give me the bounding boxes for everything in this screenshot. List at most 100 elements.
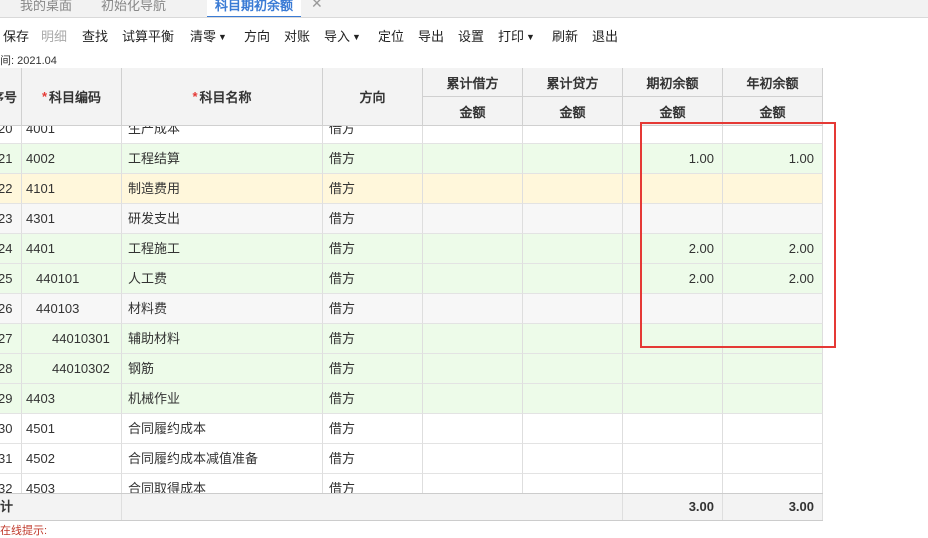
close-icon[interactable]: ✕ xyxy=(311,0,323,12)
trial-balance-button[interactable]: 试算平衡 xyxy=(122,26,174,45)
name-cell[interactable]: 机械作业 xyxy=(122,384,323,414)
settings-button[interactable]: 设置 xyxy=(458,26,484,45)
direction-cell[interactable]: 借方 xyxy=(323,354,423,384)
opening-cell[interactable] xyxy=(623,474,723,493)
year-opening-cell[interactable]: 2.00 xyxy=(723,264,823,294)
name-cell[interactable]: 材料费 xyxy=(122,294,323,324)
opening-cell[interactable] xyxy=(623,324,723,354)
code-cell[interactable]: 440101 xyxy=(22,264,122,294)
cum-credit-cell[interactable] xyxy=(523,384,623,414)
locate-button[interactable]: 定位 xyxy=(378,26,404,45)
cum-credit-cell[interactable] xyxy=(523,294,623,324)
name-cell[interactable]: 合同履约成本 xyxy=(122,414,323,444)
opening-cell[interactable] xyxy=(623,204,723,234)
table-row[interactable]: 244401工程施工借方 2.002.00 xyxy=(0,234,823,264)
table-row[interactable]: 25440101人工费借方 2.002.00 xyxy=(0,264,823,294)
seq-cell[interactable]: 30 xyxy=(0,414,22,444)
name-cell[interactable]: 人工费 xyxy=(122,264,323,294)
cum-debit-cell[interactable] xyxy=(423,126,523,144)
year-opening-cell[interactable] xyxy=(723,294,823,324)
cum-debit-cell[interactable] xyxy=(423,294,523,324)
cum-debit-cell[interactable] xyxy=(423,384,523,414)
cum-credit-cell[interactable] xyxy=(523,264,623,294)
code-cell[interactable]: 4501 xyxy=(22,414,122,444)
table-row[interactable]: 214002工程结算借方 1.001.00 xyxy=(0,144,823,174)
opening-cell[interactable]: 2.00 xyxy=(623,264,723,294)
direction-cell[interactable]: 借方 xyxy=(323,444,423,474)
clear-zero-menu[interactable]: 清零 ▼ xyxy=(190,26,227,45)
seq-cell[interactable]: 31 xyxy=(0,444,22,474)
code-cell[interactable]: 4301 xyxy=(22,204,122,234)
code-cell[interactable]: 4502 xyxy=(22,444,122,474)
tab-my-desktop[interactable]: 我的桌面 xyxy=(20,0,72,16)
direction-cell[interactable]: 借方 xyxy=(323,234,423,264)
name-cell[interactable]: 研发支出 xyxy=(122,204,323,234)
direction-cell[interactable]: 借方 xyxy=(323,174,423,204)
tab-subject-opening-balance[interactable]: 科目期初余额 xyxy=(207,0,302,17)
opening-cell[interactable] xyxy=(623,444,723,474)
direction-cell[interactable]: 借方 xyxy=(323,414,423,444)
name-cell[interactable]: 合同履约成本减值准备 xyxy=(122,444,323,474)
seq-cell[interactable]: 20 xyxy=(0,126,22,144)
seq-cell[interactable]: 28 xyxy=(0,354,22,384)
cum-credit-cell[interactable] xyxy=(523,354,623,384)
cum-debit-cell[interactable] xyxy=(423,444,523,474)
year-opening-cell[interactable] xyxy=(723,204,823,234)
cum-credit-cell[interactable] xyxy=(523,474,623,493)
export-button[interactable]: 导出 xyxy=(418,26,444,45)
seq-cell[interactable]: 23 xyxy=(0,204,22,234)
detail-button[interactable]: 明细 xyxy=(41,26,67,45)
cum-debit-cell[interactable] xyxy=(423,144,523,174)
table-row[interactable]: 324503合同取得成本借方 xyxy=(0,474,823,493)
cum-credit-cell[interactable] xyxy=(523,204,623,234)
cum-credit-cell[interactable] xyxy=(523,414,623,444)
code-cell[interactable]: 44010302 xyxy=(22,354,122,384)
code-cell[interactable]: 4002 xyxy=(22,144,122,174)
cum-credit-cell[interactable] xyxy=(523,444,623,474)
cum-debit-cell[interactable] xyxy=(423,174,523,204)
cum-credit-cell[interactable] xyxy=(523,174,623,204)
year-opening-cell[interactable]: 2.00 xyxy=(723,234,823,264)
tab-init-nav[interactable]: 初始化导航 xyxy=(101,0,166,16)
seq-cell[interactable]: 21 xyxy=(0,144,22,174)
code-cell[interactable]: 44010301 xyxy=(22,324,122,354)
table-row[interactable]: 2744010301辅助材料借方 xyxy=(0,324,823,354)
year-opening-cell[interactable] xyxy=(723,414,823,444)
year-opening-cell[interactable] xyxy=(723,474,823,493)
code-cell[interactable]: 440103 xyxy=(22,294,122,324)
direction-cell[interactable]: 借方 xyxy=(323,126,423,144)
opening-cell[interactable] xyxy=(623,126,723,144)
cum-debit-cell[interactable] xyxy=(423,204,523,234)
cum-debit-cell[interactable] xyxy=(423,234,523,264)
table-row[interactable]: 304501合同履约成本借方 xyxy=(0,414,823,444)
import-menu[interactable]: 导入 ▼ xyxy=(324,26,361,45)
seq-cell[interactable]: 25 xyxy=(0,264,22,294)
cum-credit-cell[interactable] xyxy=(523,144,623,174)
cum-debit-cell[interactable] xyxy=(423,324,523,354)
table-row[interactable]: 204001生产成本借方 xyxy=(0,126,823,144)
seq-cell[interactable]: 29 xyxy=(0,384,22,414)
code-cell[interactable]: 4403 xyxy=(22,384,122,414)
cum-debit-cell[interactable] xyxy=(423,474,523,493)
table-row[interactable]: 224101制造费用借方 xyxy=(0,174,823,204)
seq-cell[interactable]: 26 xyxy=(0,294,22,324)
table-row[interactable]: 314502合同履约成本减值准备借方 xyxy=(0,444,823,474)
opening-cell[interactable] xyxy=(623,294,723,324)
year-opening-cell[interactable] xyxy=(723,444,823,474)
name-cell[interactable]: 生产成本 xyxy=(122,126,323,144)
cum-credit-cell[interactable] xyxy=(523,234,623,264)
table-row[interactable]: 234301研发支出借方 xyxy=(0,204,823,234)
direction-cell[interactable]: 借方 xyxy=(323,384,423,414)
print-menu[interactable]: 打印 ▼ xyxy=(498,26,535,45)
seq-cell[interactable]: 27 xyxy=(0,324,22,354)
code-cell[interactable]: 4101 xyxy=(22,174,122,204)
name-cell[interactable]: 钢筋 xyxy=(122,354,323,384)
seq-cell[interactable]: 24 xyxy=(0,234,22,264)
cum-credit-cell[interactable] xyxy=(523,126,623,144)
direction-button[interactable]: 方向 xyxy=(244,26,270,45)
table-row[interactable]: 2844010302钢筋借方 xyxy=(0,354,823,384)
name-cell[interactable]: 制造费用 xyxy=(122,174,323,204)
table-row[interactable]: 294403机械作业借方 xyxy=(0,384,823,414)
cum-debit-cell[interactable] xyxy=(423,414,523,444)
refresh-button[interactable]: 刷新 xyxy=(552,26,578,45)
